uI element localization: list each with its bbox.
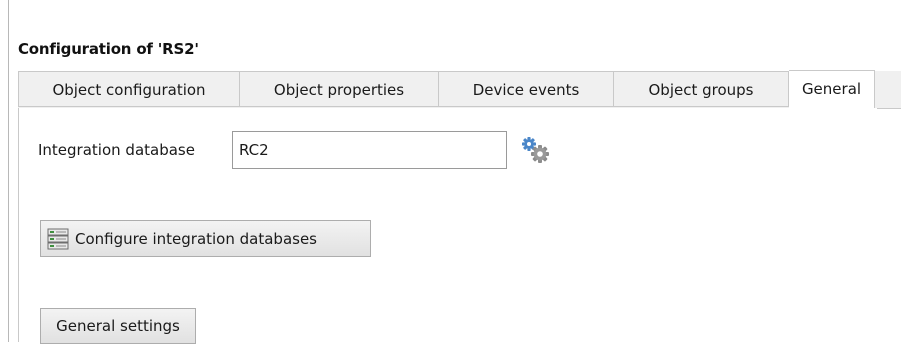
tab-device-events[interactable]: Device events — [439, 71, 614, 107]
configure-integration-databases-label: Configure integration databases — [75, 230, 317, 248]
tab-object-properties[interactable]: Object properties — [240, 71, 439, 107]
configure-integration-databases-button[interactable]: Configure integration databases — [40, 220, 371, 257]
integration-database-label: Integration database — [38, 141, 195, 159]
general-settings-button[interactable]: General settings — [40, 308, 196, 344]
tab-strip: Object configuration Object properties D… — [18, 70, 901, 109]
tab-object-groups[interactable]: Object groups — [614, 71, 789, 107]
integration-database-input[interactable] — [232, 131, 507, 169]
gear-icon[interactable] — [520, 136, 554, 166]
database-icon — [47, 228, 69, 250]
window-left-edge — [8, 0, 9, 342]
page-title: Configuration of 'RS2' — [18, 40, 199, 58]
tab-object-configuration[interactable]: Object configuration — [18, 71, 240, 107]
tab-general[interactable]: General — [789, 70, 875, 109]
